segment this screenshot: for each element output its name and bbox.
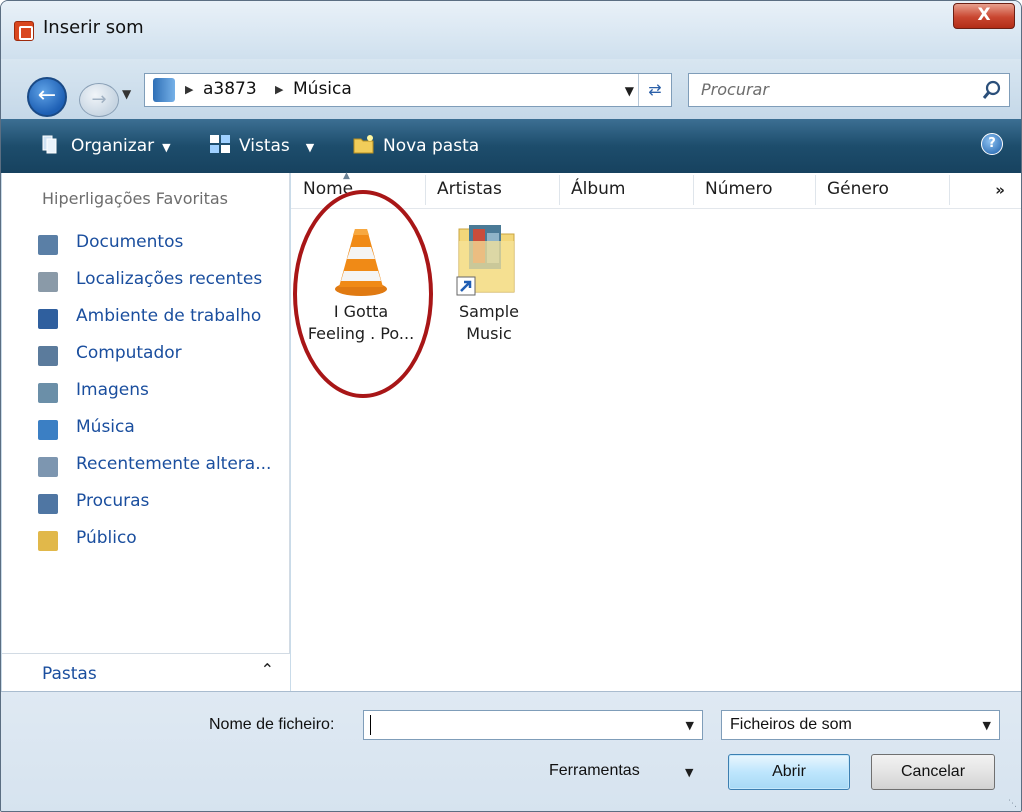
address-dropdown-icon[interactable]: ▼ xyxy=(625,84,634,98)
sidebar-item-ambiente-de-trabalho[interactable]: Ambiente de trabalho xyxy=(38,305,288,333)
views-label: Vistas xyxy=(239,136,290,156)
filename-input[interactable]: ▼ xyxy=(363,710,703,740)
breadcrumb-chevron-icon[interactable]: ▶ xyxy=(275,83,283,96)
help-icon[interactable]: ? xyxy=(981,133,1003,155)
sidebar-item-publico[interactable]: Público xyxy=(38,527,288,555)
file-name: Sample Music xyxy=(459,302,519,343)
sort-ascending-icon: ▲ xyxy=(343,171,350,181)
search-placeholder: Procurar xyxy=(701,80,769,99)
address-row: ← → ▼ ▶ a3873 ▶ Música ▼ ⇄ Procurar xyxy=(1,59,1021,119)
refresh-icon[interactable]: ⇄ xyxy=(638,74,671,106)
column-divider[interactable] xyxy=(559,175,560,205)
breadcrumb-item[interactable]: Música xyxy=(293,79,352,99)
search-icon[interactable] xyxy=(981,78,1003,102)
column-number[interactable]: Número xyxy=(705,179,773,199)
back-arrow-icon[interactable]: ← xyxy=(27,77,67,117)
sidebar-item-label: Música xyxy=(76,417,135,437)
sidebar-item-label: Localizações recentes xyxy=(76,269,263,289)
sidebar-item-procuras[interactable]: Procuras xyxy=(38,490,288,518)
computer-icon xyxy=(38,346,58,366)
organize-icon xyxy=(42,135,57,154)
searches-icon xyxy=(38,494,58,514)
open-button[interactable]: Abrir xyxy=(728,754,850,790)
music-folder-icon xyxy=(153,78,175,102)
tools-menu[interactable]: Ferramentas xyxy=(549,762,640,780)
sidebar-item-label: Recentemente altera... xyxy=(76,454,272,474)
command-toolbar: Organizar ▼ Vistas ▼ Nova pasta ? xyxy=(1,119,1021,173)
window-title: Inserir som xyxy=(43,17,144,38)
sidebar-item-computador[interactable]: Computador xyxy=(38,342,288,370)
sidebar-item-localizacoes-recentes[interactable]: Localizações recentes xyxy=(38,268,288,296)
organize-menu[interactable]: Organizar ▼ xyxy=(41,134,171,156)
column-artists[interactable]: Artistas xyxy=(437,179,502,199)
folder-shortcut-icon xyxy=(456,225,515,296)
title-bar: Inserir som X xyxy=(1,1,1021,59)
highlight-annotation-circle xyxy=(293,190,433,398)
sidebar-item-label: Procuras xyxy=(76,491,150,511)
cancel-button[interactable]: Cancelar xyxy=(871,754,995,790)
resize-grip-icon[interactable]: ⋱ xyxy=(1008,799,1017,809)
new-folder-label: Nova pasta xyxy=(383,136,480,156)
public-folder-icon xyxy=(38,531,58,551)
tools-dropdown-icon[interactable]: ▼ xyxy=(685,766,693,779)
breadcrumb-item[interactable]: a3873 xyxy=(203,79,257,99)
pictures-icon xyxy=(38,383,58,403)
favorites-header: Hiperligações Favoritas xyxy=(42,189,228,208)
column-divider[interactable] xyxy=(425,175,426,205)
folders-toggle[interactable]: Pastas ⌃ xyxy=(2,653,290,691)
music-icon xyxy=(38,420,58,440)
sidebar-item-musica[interactable]: Música xyxy=(38,416,288,444)
folders-label: Pastas xyxy=(42,664,97,684)
insert-sound-dialog: Inserir som X ← → ▼ ▶ a3873 ▶ Música ▼ ⇄… xyxy=(0,0,1022,812)
search-box[interactable]: Procurar xyxy=(688,73,1010,107)
sidebar-item-label: Imagens xyxy=(76,380,149,400)
sidebar-item-label: Documentos xyxy=(76,232,184,252)
address-bar[interactable]: ▶ a3873 ▶ Música ▼ ⇄ xyxy=(144,73,672,107)
filename-label: Nome de ficheiro: xyxy=(209,716,335,733)
sidebar-item-label: Público xyxy=(76,528,137,548)
text-caret xyxy=(370,715,371,735)
file-type-dropdown-icon[interactable]: ▼ xyxy=(983,719,991,732)
breadcrumb-chevron-icon[interactable]: ▶ xyxy=(185,83,193,96)
close-button[interactable]: X xyxy=(953,3,1015,29)
sidebar-item-documentos[interactable]: Documentos xyxy=(38,231,288,259)
sidebar-item-label: Ambiente de trabalho xyxy=(76,306,262,326)
app-icon xyxy=(14,21,34,41)
sidebar-item-imagens[interactable]: Imagens xyxy=(38,379,288,407)
file-item[interactable]: Sample Music xyxy=(425,217,553,357)
documents-icon xyxy=(38,235,58,255)
filename-dropdown-icon[interactable]: ▼ xyxy=(686,719,694,732)
more-columns-icon[interactable]: » xyxy=(995,181,1005,199)
dialog-footer: Nome de ficheiro: ▼ Ficheiros de som ▼ F… xyxy=(1,691,1021,811)
column-divider[interactable] xyxy=(815,175,816,205)
forward-arrow-icon[interactable]: → xyxy=(79,83,119,117)
views-icon xyxy=(210,135,230,153)
column-header: Nome ▲ Artistas Álbum Número Género » xyxy=(291,171,1021,209)
recent-pages-dropdown-icon[interactable]: ▼ xyxy=(122,87,131,101)
sidebar-item-label: Computador xyxy=(76,343,182,363)
recent-places-icon xyxy=(38,272,58,292)
new-folder-button[interactable]: Nova pasta xyxy=(353,134,479,156)
new-folder-icon xyxy=(353,135,374,154)
file-type-value: Ficheiros de som xyxy=(730,716,852,733)
desktop-icon xyxy=(38,309,58,329)
sidebar-item-recentemente-altera[interactable]: Recentemente altera... xyxy=(38,453,288,481)
organize-label: Organizar xyxy=(71,136,155,156)
column-genre[interactable]: Género xyxy=(827,179,889,199)
chevron-up-icon[interactable]: ⌃ xyxy=(261,660,274,679)
column-divider[interactable] xyxy=(949,175,950,205)
navigation-pane: Hiperligações Favoritas Documentos Locali… xyxy=(2,173,290,691)
recently-changed-icon xyxy=(38,457,58,477)
file-type-select[interactable]: Ficheiros de som ▼ xyxy=(721,710,1000,740)
column-divider[interactable] xyxy=(693,175,694,205)
views-menu[interactable]: Vistas ▼ xyxy=(209,134,314,156)
column-album[interactable]: Álbum xyxy=(571,179,625,199)
